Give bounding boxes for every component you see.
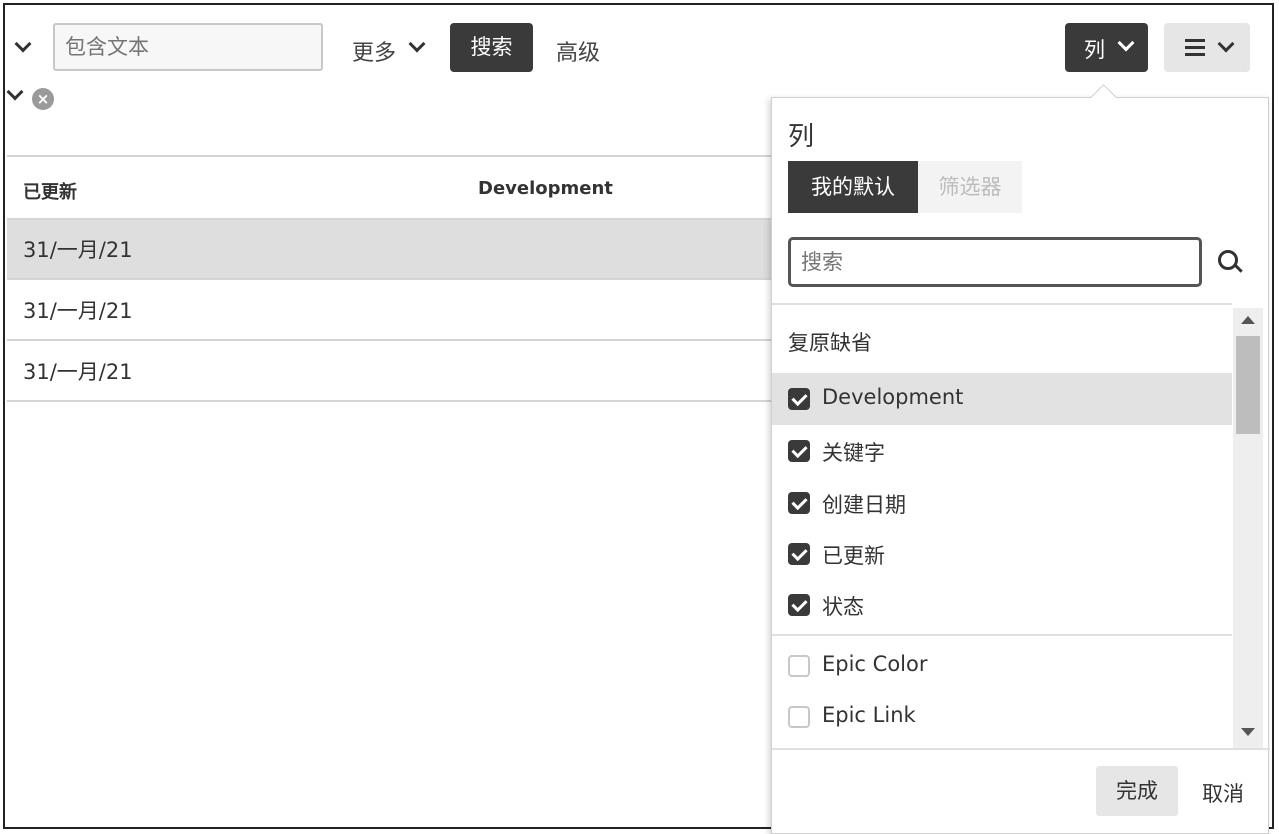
chevron-down-icon: [1117, 34, 1135, 52]
updated-cell: 31/一月/21: [23, 360, 133, 384]
column-option-label: 状态: [822, 595, 864, 619]
clear-filter-icon[interactable]: ×: [32, 88, 54, 110]
checkbox-checked[interactable]: [788, 492, 810, 514]
search-button[interactable]: 搜索: [450, 23, 533, 72]
column-option-label: Development: [822, 385, 964, 409]
column-header-updated[interactable]: 已更新: [23, 178, 77, 204]
tab-my-defaults[interactable]: 我的默认: [788, 161, 918, 213]
table-row[interactable]: 31/一月/21: [7, 220, 772, 280]
hamburger-icon-line: [1185, 53, 1205, 56]
view-menu-button[interactable]: [1164, 23, 1250, 72]
table-row[interactable]: 31/一月/21: [7, 281, 772, 341]
footer-divider: [772, 748, 1270, 750]
column-option-label: Epic Link: [822, 703, 916, 727]
columns-button-label: 列: [1084, 38, 1105, 62]
hamburger-icon-line: [1185, 46, 1205, 49]
search-icon[interactable]: [1218, 250, 1238, 270]
column-header-development[interactable]: Development: [478, 178, 613, 199]
column-option-status[interactable]: 状态: [772, 579, 1232, 631]
column-option-epic-color[interactable]: Epic Color: [772, 640, 1232, 692]
updated-cell: 31/一月/21: [23, 238, 133, 262]
column-option-label: 关键字: [822, 441, 885, 465]
divider: [772, 634, 1232, 636]
chevron-down-icon: [1217, 35, 1235, 53]
column-option-label: 创建日期: [822, 493, 906, 517]
checkbox-unchecked[interactable]: [788, 655, 810, 677]
cancel-button[interactable]: 取消: [1202, 778, 1244, 808]
scroll-up-arrow-icon[interactable]: [1241, 316, 1255, 324]
column-list-scrollbar[interactable]: [1233, 308, 1263, 748]
column-search-input[interactable]: [788, 237, 1202, 287]
scroll-down-arrow-icon[interactable]: [1241, 728, 1255, 736]
divider: [772, 303, 1232, 305]
column-option-development[interactable]: Development: [772, 373, 1232, 425]
text-filter-input[interactable]: [53, 23, 323, 71]
column-option-created-date[interactable]: 创建日期: [772, 477, 1232, 529]
column-picker-title: 列: [788, 122, 815, 152]
reset-defaults-link[interactable]: 复原缺省: [788, 327, 872, 357]
checkbox-checked[interactable]: [788, 594, 810, 616]
checkbox-unchecked[interactable]: [788, 706, 810, 728]
advanced-link[interactable]: 高级: [556, 35, 600, 67]
column-option-label: 已更新: [822, 544, 885, 568]
column-option-label: Epic Color: [822, 652, 928, 676]
checkbox-checked[interactable]: [788, 440, 810, 462]
column-option-keyword[interactable]: 关键字: [772, 425, 1232, 477]
column-picker-popup: 列 我的默认 筛选器 复原缺省 Development 关键字 创建日期 已更新…: [771, 97, 1270, 834]
checkbox-checked[interactable]: [788, 388, 810, 410]
done-button[interactable]: 完成: [1096, 766, 1178, 816]
column-option-updated[interactable]: 已更新: [772, 528, 1232, 580]
table-top-divider: [7, 155, 772, 157]
hamburger-icon: [1185, 39, 1205, 42]
column-option-epic-link[interactable]: Epic Link: [772, 691, 1232, 743]
tab-filter[interactable]: 筛选器: [918, 161, 1022, 213]
scrollbar-thumb[interactable]: [1236, 336, 1260, 434]
table-row[interactable]: 31/一月/21: [7, 342, 772, 402]
columns-button[interactable]: 列: [1065, 23, 1148, 72]
more-dropdown-label[interactable]: 更多: [352, 35, 396, 67]
updated-cell: 31/一月/21: [23, 299, 133, 323]
checkbox-checked[interactable]: [788, 543, 810, 565]
